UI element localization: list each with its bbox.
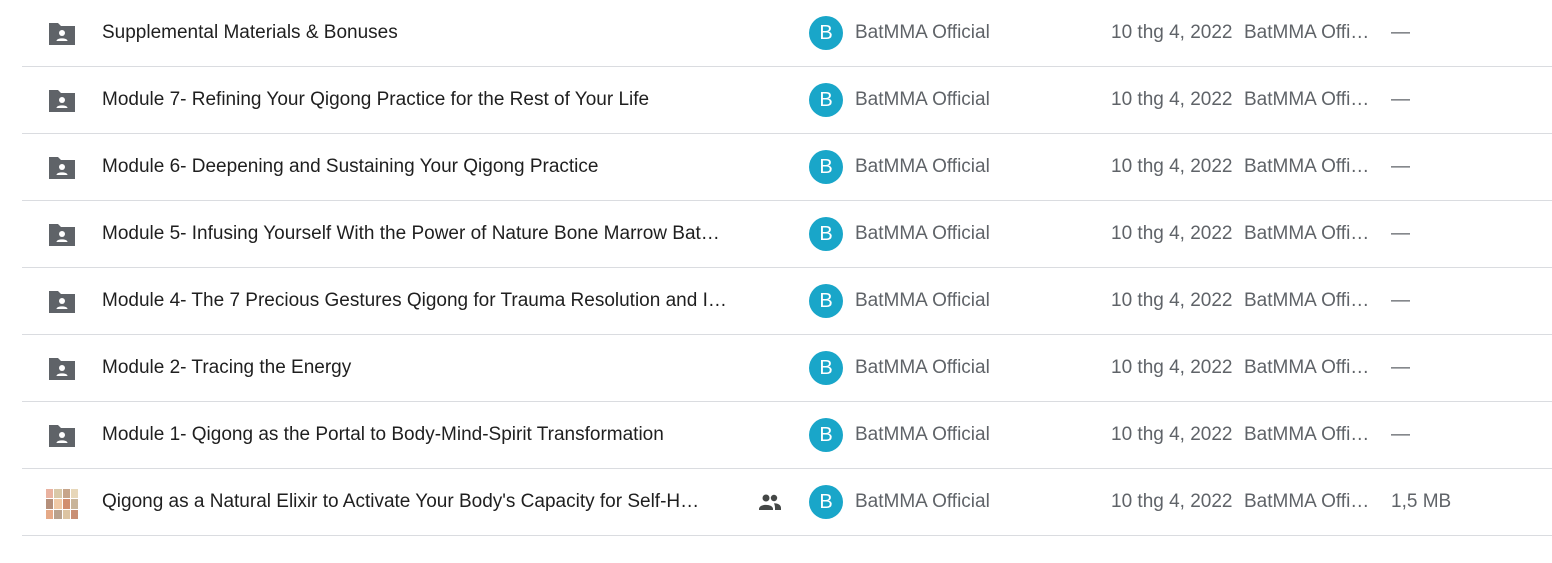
file-name[interactable]: Supplemental Materials & Bonuses bbox=[102, 0, 774, 66]
modified-date: 10 thg 4, 2022 bbox=[1111, 491, 1233, 512]
file-size: — bbox=[1391, 156, 1410, 177]
file-size: — bbox=[1391, 424, 1410, 445]
modified-by: BatMMA Official bbox=[1244, 424, 1374, 445]
file-name[interactable]: Module 6- Deepening and Sustaining Your … bbox=[102, 134, 774, 200]
owner-name: BatMMA Official bbox=[855, 22, 990, 43]
modified-by: BatMMA Official bbox=[1244, 156, 1374, 177]
file-row[interactable]: Supplemental Materials & Bonuses B BatMM… bbox=[22, 0, 1552, 67]
modified-by: BatMMA Official bbox=[1244, 290, 1374, 311]
file-row[interactable]: Module 7- Refining Your Qigong Practice … bbox=[22, 67, 1552, 134]
shared-folder-icon bbox=[49, 358, 75, 380]
file-row[interactable]: Module 6- Deepening and Sustaining Your … bbox=[22, 134, 1552, 201]
file-row[interactable]: Qigong as a Natural Elixir to Activate Y… bbox=[22, 469, 1552, 536]
file-size: — bbox=[1391, 357, 1410, 378]
owner-name: BatMMA Official bbox=[855, 223, 990, 244]
shared-folder-icon bbox=[49, 157, 75, 179]
shared-folder-icon bbox=[49, 90, 75, 112]
file-name[interactable]: Module 1- Qigong as the Portal to Body-M… bbox=[102, 402, 774, 468]
modified-by: BatMMA Official bbox=[1244, 22, 1374, 43]
file-name[interactable]: Module 5- Infusing Yourself With the Pow… bbox=[102, 201, 774, 267]
modified-by: BatMMA Official bbox=[1244, 357, 1374, 378]
owner-name: BatMMA Official bbox=[855, 491, 990, 512]
modified-date: 10 thg 4, 2022 bbox=[1111, 89, 1233, 110]
modified-by: BatMMA Official bbox=[1244, 491, 1374, 512]
avatar: B bbox=[809, 16, 843, 50]
avatar: B bbox=[809, 485, 843, 519]
modified-date: 10 thg 4, 2022 bbox=[1111, 424, 1233, 445]
shared-folder-icon bbox=[49, 291, 75, 313]
file-name[interactable]: Module 7- Refining Your Qigong Practice … bbox=[102, 67, 774, 133]
avatar: B bbox=[809, 351, 843, 385]
owner-name: BatMMA Official bbox=[855, 424, 990, 445]
modified-date: 10 thg 4, 2022 bbox=[1111, 156, 1233, 177]
file-name[interactable]: Module 4- The 7 Precious Gestures Qigong… bbox=[102, 268, 774, 334]
modified-date: 10 thg 4, 2022 bbox=[1111, 223, 1233, 244]
file-row[interactable]: Module 5- Infusing Yourself With the Pow… bbox=[22, 201, 1552, 268]
file-row[interactable]: Module 2- Tracing the Energy B BatMMA Of… bbox=[22, 335, 1552, 402]
file-size: — bbox=[1391, 290, 1410, 311]
owner-name: BatMMA Official bbox=[855, 357, 990, 378]
shared-folder-icon bbox=[49, 224, 75, 246]
modified-by: BatMMA Official bbox=[1244, 89, 1374, 110]
owner-name: BatMMA Official bbox=[855, 290, 990, 311]
file-size: — bbox=[1391, 223, 1410, 244]
avatar: B bbox=[809, 418, 843, 452]
image-thumbnail-icon bbox=[46, 489, 78, 519]
file-size: — bbox=[1391, 89, 1410, 110]
people-icon bbox=[759, 494, 781, 510]
file-size: 1,5 MB bbox=[1391, 491, 1452, 512]
file-list: Supplemental Materials & Bonuses B BatMM… bbox=[22, 0, 1552, 536]
modified-date: 10 thg 4, 2022 bbox=[1111, 290, 1233, 311]
avatar: B bbox=[809, 83, 843, 117]
avatar: B bbox=[809, 150, 843, 184]
file-size: — bbox=[1391, 22, 1410, 43]
file-name[interactable]: Qigong as a Natural Elixir to Activate Y… bbox=[102, 469, 750, 535]
file-row[interactable]: Module 4- The 7 Precious Gestures Qigong… bbox=[22, 268, 1552, 335]
owner-name: BatMMA Official bbox=[855, 156, 990, 177]
owner-name: BatMMA Official bbox=[855, 89, 990, 110]
file-row[interactable]: Module 1- Qigong as the Portal to Body-M… bbox=[22, 402, 1552, 469]
modified-date: 10 thg 4, 2022 bbox=[1111, 357, 1233, 378]
modified-date: 10 thg 4, 2022 bbox=[1111, 22, 1233, 43]
file-name[interactable]: Module 2- Tracing the Energy bbox=[102, 335, 774, 401]
shared-folder-icon bbox=[49, 425, 75, 447]
modified-by: BatMMA Official bbox=[1244, 223, 1374, 244]
avatar: B bbox=[809, 217, 843, 251]
avatar: B bbox=[809, 284, 843, 318]
shared-folder-icon bbox=[49, 23, 75, 45]
